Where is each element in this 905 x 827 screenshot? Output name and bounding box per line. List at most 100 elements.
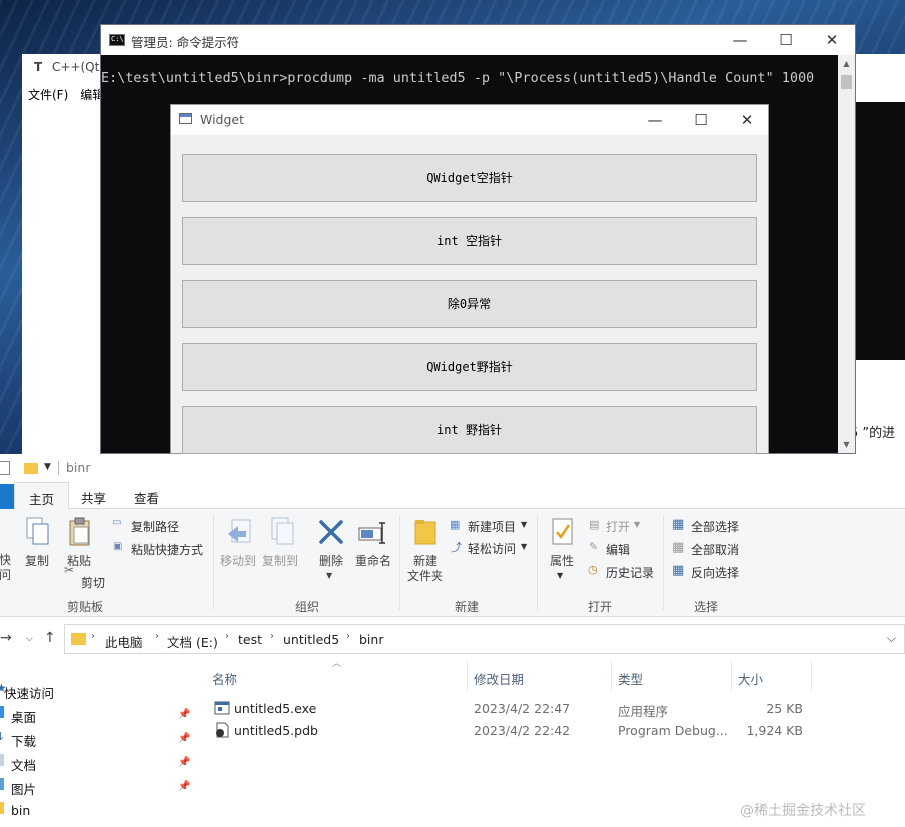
invert-selection-button[interactable]: 反向选择 — [691, 564, 739, 581]
cmd-scroll-thumb[interactable] — [841, 75, 852, 89]
edit-button[interactable]: 编辑 — [606, 541, 630, 558]
breadcrumb-this-pc[interactable]: 此电脑 — [105, 632, 143, 651]
properties-icon — [552, 518, 573, 545]
file-type: Program Debug... — [618, 723, 728, 738]
breadcrumb-untitled5[interactable]: untitled5 — [283, 632, 339, 647]
divide-by-zero-button[interactable]: 除0异常 — [182, 280, 757, 328]
scroll-up-icon[interactable]: ▲ — [838, 57, 855, 71]
new-item-icon: ▦ — [450, 518, 461, 531]
tab-view[interactable]: 查看 — [134, 488, 159, 507]
menu-file[interactable]: 文件(F) — [28, 88, 68, 102]
column-divider[interactable] — [611, 661, 612, 691]
group-organize: 组织 — [294, 600, 319, 614]
nav-quick-access[interactable]: 快速访问 — [4, 683, 54, 702]
cmd-maximize-button[interactable]: ☐ — [763, 25, 809, 55]
int-wild-pointer-button[interactable]: int 野指针 — [182, 406, 757, 454]
chevron-down-icon[interactable]: ▼ — [521, 542, 527, 551]
delete-button[interactable]: 删除 — [313, 554, 349, 569]
select-all-button[interactable]: 全部选择 — [691, 518, 739, 535]
column-header-name[interactable]: 名称 — [212, 669, 237, 688]
copy-button[interactable]: 复制 — [22, 554, 52, 569]
chevron-down-icon[interactable]: ▼ — [557, 571, 563, 580]
breadcrumb-separator-icon[interactable]: › — [346, 631, 350, 642]
column-header-date[interactable]: 修改日期 — [474, 669, 524, 688]
pin-icon[interactable]: 📌 — [178, 733, 190, 744]
address-bar: → ⌵ ↑ › 此电脑 › 文档 (E:) › test › untitled5… — [0, 624, 905, 654]
folder-icon — [71, 633, 86, 645]
column-header-type[interactable]: 类型 — [618, 669, 643, 688]
qwidget-wild-pointer-button[interactable]: QWidget野指针 — [182, 343, 757, 391]
up-arrow-icon[interactable]: ↑ — [44, 630, 56, 646]
widget-minimize-button[interactable]: — — [632, 105, 678, 135]
tab-share[interactable]: 共享 — [81, 488, 106, 507]
nav-bin[interactable]: bin — [11, 803, 30, 818]
ribbon-divider — [399, 515, 400, 610]
breadcrumb-separator-icon[interactable]: › — [155, 631, 159, 642]
breadcrumb-separator-icon[interactable]: › — [270, 631, 274, 642]
cmd-close-button[interactable]: ✕ — [809, 25, 855, 55]
widget-titlebar[interactable]: Widget — ☐ ✕ — [171, 105, 768, 135]
move-to-button[interactable]: 移动到 — [218, 554, 258, 569]
folder-icon[interactable] — [24, 463, 38, 474]
column-header-size[interactable]: 大小 — [738, 669, 763, 688]
navigation-pane: ★ 快速访问 桌面 📌 ↓ 下载 📌 文档 📌 图片 📌 bin — [0, 659, 196, 827]
scroll-down-icon[interactable]: ▼ — [838, 438, 855, 452]
pin-quick-access-label[interactable]: 快 问 — [0, 553, 12, 583]
widget-close-button[interactable]: ✕ — [724, 105, 770, 135]
open-button[interactable]: 打开 — [606, 518, 630, 535]
cmd-minimize-button[interactable]: — — [717, 25, 763, 55]
address-history-chevron-icon[interactable]: ⌵ — [887, 631, 896, 646]
pin-icon[interactable]: 📌 — [178, 781, 190, 792]
breadcrumb-test[interactable]: test — [238, 632, 262, 647]
qwidget-null-pointer-button[interactable]: QWidget空指针 — [182, 154, 757, 202]
pin-icon[interactable]: 📌 — [178, 709, 190, 720]
breadcrumb-binr[interactable]: binr — [359, 632, 383, 647]
rename-button[interactable]: 重命名 — [352, 554, 394, 569]
toolbar-divider — [58, 461, 59, 475]
widget-window[interactable]: Widget — ☐ ✕ QWidget空指针 int 空指针 除0异常 QWi… — [170, 104, 769, 454]
rename-icon — [358, 522, 385, 544]
widget-maximize-button[interactable]: ☐ — [678, 105, 724, 135]
address-box[interactable]: › 此电脑 › 文档 (E:) › test › untitled5 › bin… — [64, 624, 905, 654]
file-name[interactable]: untitled5.exe — [234, 701, 316, 716]
explorer-title: binr — [66, 460, 91, 475]
copy-path-button[interactable]: 复制路径 — [131, 518, 179, 535]
nav-downloads[interactable]: 下载 — [11, 731, 36, 750]
cmd-scrollbar[interactable]: ▲ ▼ — [838, 55, 855, 453]
tab-file[interactable] — [0, 484, 14, 509]
int-null-pointer-button[interactable]: int 空指针 — [182, 217, 757, 265]
tab-home[interactable]: 主页 — [14, 482, 70, 510]
copy-to-icon — [271, 517, 294, 545]
chevron-down-icon[interactable]: ▼ — [634, 520, 640, 529]
nav-desktop[interactable]: 桌面 — [11, 707, 36, 726]
nav-documents[interactable]: 文档 — [11, 755, 36, 774]
new-item-button[interactable]: 新建项目 — [468, 518, 516, 535]
properties-button[interactable]: 属性 — [546, 554, 578, 569]
paste-shortcut-icon: ▣ — [113, 541, 123, 552]
cut-button[interactable]: 剪切 — [81, 574, 105, 591]
chevron-down-icon[interactable]: ⌵ — [26, 634, 33, 644]
new-folder-button[interactable]: 新建 文件夹 — [403, 554, 447, 584]
column-divider[interactable] — [731, 661, 732, 691]
explorer-window[interactable]: ▼ binr 主页 共享 查看 快 问 复制 粘贴 ▭ 复制路径 ▣ 粘贴快捷方… — [0, 454, 905, 827]
pin-icon[interactable]: 📌 — [178, 757, 190, 768]
column-divider[interactable] — [811, 661, 812, 691]
easy-access-button[interactable]: 轻松访问 — [468, 540, 516, 557]
nav-pictures[interactable]: 图片 — [11, 779, 36, 798]
select-none-button[interactable]: 全部取消 — [691, 541, 739, 558]
breadcrumb-drive[interactable]: 文档 (E:) — [167, 632, 218, 651]
breadcrumb-separator-icon[interactable]: › — [91, 631, 95, 642]
cmd-command-line[interactable]: E:\test\untitled5\binr>procdump -ma unti… — [101, 71, 814, 86]
breadcrumb-separator-icon[interactable]: › — [225, 631, 229, 642]
forward-arrow-icon[interactable]: → — [0, 630, 12, 646]
properties-check-icon[interactable] — [0, 461, 10, 475]
column-divider[interactable] — [467, 661, 468, 691]
paste-shortcut-button[interactable]: 粘贴快捷方式 — [131, 541, 203, 558]
cmd-titlebar[interactable]: 管理员: 命令提示符 — ☐ ✕ — [101, 25, 855, 55]
chevron-down-icon[interactable]: ▼ — [44, 462, 51, 472]
chevron-down-icon[interactable]: ▼ — [326, 571, 332, 580]
file-name[interactable]: untitled5.pdb — [234, 723, 318, 738]
copy-to-button[interactable]: 复制到 — [260, 554, 300, 569]
history-button[interactable]: 历史记录 — [606, 564, 654, 581]
chevron-down-icon[interactable]: ▼ — [521, 520, 527, 529]
